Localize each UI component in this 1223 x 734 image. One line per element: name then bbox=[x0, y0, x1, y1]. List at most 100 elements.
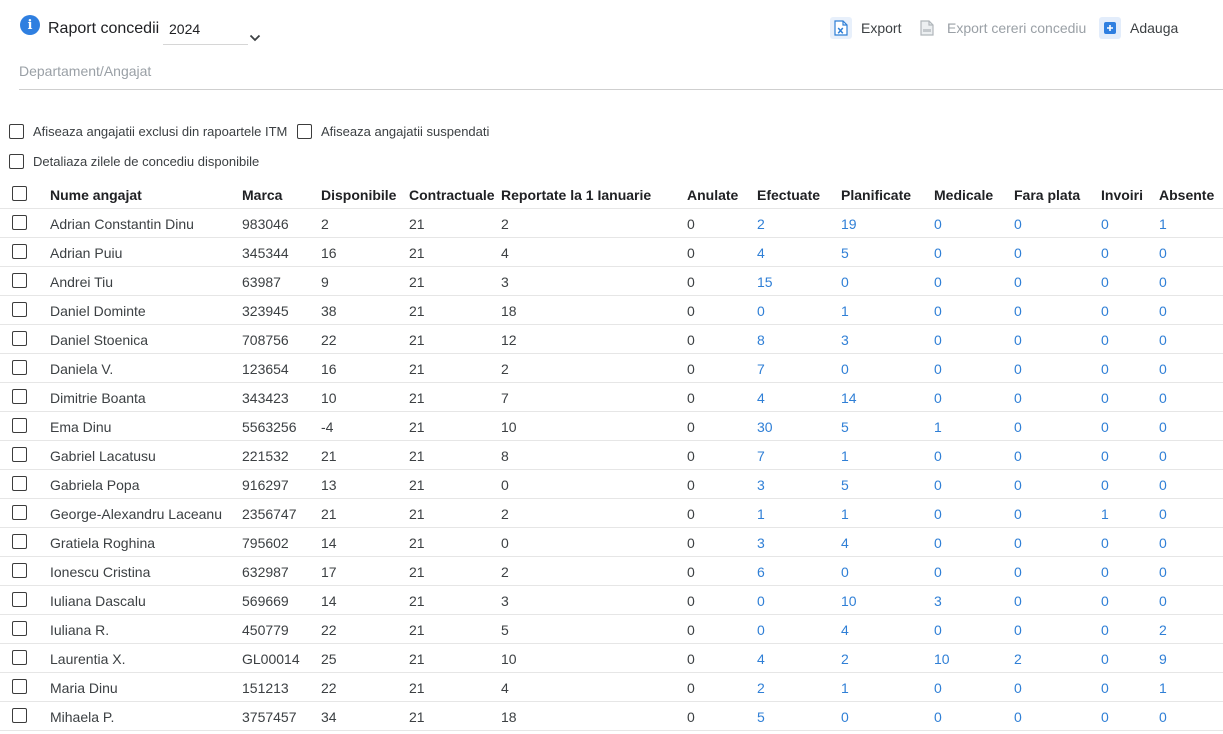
cell-absent[interactable]: 2 bbox=[1159, 622, 1167, 638]
cell-leave-passes[interactable]: 0 bbox=[1101, 593, 1109, 609]
cell-unpaid[interactable]: 0 bbox=[1014, 274, 1022, 290]
cell-planned[interactable]: 4 bbox=[841, 535, 849, 551]
cell-unpaid[interactable]: 2 bbox=[1014, 651, 1022, 667]
cell-taken[interactable]: 3 bbox=[757, 477, 765, 493]
cell-absent[interactable]: 1 bbox=[1159, 680, 1167, 696]
cell-taken[interactable]: 6 bbox=[757, 564, 765, 580]
cell-medical[interactable]: 10 bbox=[934, 651, 950, 667]
cell-leave-passes[interactable]: 1 bbox=[1101, 506, 1109, 522]
export-requests-button[interactable]: Export cereri concediu bbox=[916, 16, 1086, 40]
column-header-contractual[interactable]: Contractuale bbox=[409, 187, 495, 203]
cell-planned[interactable]: 5 bbox=[841, 245, 849, 261]
cell-absent[interactable]: 0 bbox=[1159, 419, 1167, 435]
cell-medical[interactable]: 0 bbox=[934, 622, 942, 638]
row-checkbox[interactable] bbox=[12, 476, 27, 491]
column-header-marca[interactable]: Marca bbox=[242, 187, 282, 203]
cell-taken[interactable]: 3 bbox=[757, 535, 765, 551]
cell-leave-passes[interactable]: 0 bbox=[1101, 419, 1109, 435]
column-header-unpaid[interactable]: Fara plata bbox=[1014, 187, 1080, 203]
table-row[interactable]: Daniel Dominte 323945 38 21 18 0 0 1 0 0 0 0 bbox=[0, 296, 1223, 325]
table-row[interactable]: George-Alexandru Laceanu 2356747 21 21 2 0 1 1 0… bbox=[0, 499, 1223, 528]
table-row[interactable]: Daniel Stoenica 708756 22 21 12 0 8 3 0 0 0 0 bbox=[0, 325, 1223, 354]
row-checkbox[interactable] bbox=[12, 331, 27, 346]
column-header-planned[interactable]: Planificate bbox=[841, 187, 911, 203]
cell-medical[interactable]: 0 bbox=[934, 680, 942, 696]
cell-leave-passes[interactable]: 0 bbox=[1101, 651, 1109, 667]
row-checkbox[interactable] bbox=[12, 389, 27, 404]
table-row[interactable]: Andrei Tiu 63987 9 21 3 0 15 0 0 0 0 0 bbox=[0, 267, 1223, 296]
cell-planned[interactable]: 0 bbox=[841, 564, 849, 580]
cell-unpaid[interactable]: 0 bbox=[1014, 680, 1022, 696]
cell-leave-passes[interactable]: 0 bbox=[1101, 564, 1109, 580]
cell-absent[interactable]: 0 bbox=[1159, 361, 1167, 377]
table-row[interactable]: Maria Dinu 151213 22 21 4 0 2 1 0 0 0 1 bbox=[0, 673, 1223, 702]
column-header-employee-name[interactable]: Nume angajat bbox=[50, 187, 142, 203]
cell-unpaid[interactable]: 0 bbox=[1014, 477, 1022, 493]
row-checkbox[interactable] bbox=[12, 215, 27, 230]
cell-leave-passes[interactable]: 0 bbox=[1101, 216, 1109, 232]
detail-days-checkbox[interactable] bbox=[9, 154, 24, 169]
column-header-leave-passes[interactable]: Invoiri bbox=[1101, 187, 1143, 203]
cell-leave-passes[interactable]: 0 bbox=[1101, 390, 1109, 406]
cell-medical[interactable]: 0 bbox=[934, 216, 942, 232]
table-row[interactable]: Iuliana R. 450779 22 21 5 0 0 4 0 0 0 2 bbox=[0, 615, 1223, 644]
table-row[interactable]: Adrian Constantin Dinu 983046 2 21 2 0 2 19 0 0 0 1 bbox=[0, 209, 1223, 238]
table-row[interactable]: Dimitrie Boanta 343423 10 21 7 0 4 14 0 0 0 0 bbox=[0, 383, 1223, 412]
cell-unpaid[interactable]: 0 bbox=[1014, 419, 1022, 435]
table-row[interactable]: Gabriel Lacatusu 221532 21 21 8 0 7 1 0 0 0 0 bbox=[0, 441, 1223, 470]
suspended-checkbox[interactable] bbox=[297, 124, 312, 139]
cell-planned[interactable]: 0 bbox=[841, 361, 849, 377]
cell-medical[interactable]: 0 bbox=[934, 448, 942, 464]
cell-planned[interactable]: 1 bbox=[841, 680, 849, 696]
cell-absent[interactable]: 0 bbox=[1159, 390, 1167, 406]
cell-leave-passes[interactable]: 0 bbox=[1101, 680, 1109, 696]
cell-absent[interactable]: 0 bbox=[1159, 535, 1167, 551]
row-checkbox[interactable] bbox=[12, 244, 27, 259]
cell-planned[interactable]: 4 bbox=[841, 622, 849, 638]
cell-leave-passes[interactable]: 0 bbox=[1101, 535, 1109, 551]
cell-unpaid[interactable]: 0 bbox=[1014, 361, 1022, 377]
cell-taken[interactable]: 2 bbox=[757, 216, 765, 232]
filter-excluded-itm[interactable]: Afiseaza angajatii exclusi din rapoartel… bbox=[9, 124, 287, 139]
row-checkbox[interactable] bbox=[12, 621, 27, 636]
cell-taken[interactable]: 30 bbox=[757, 419, 773, 435]
cell-absent[interactable]: 0 bbox=[1159, 709, 1167, 725]
column-header-medical[interactable]: Medicale bbox=[934, 187, 993, 203]
column-header-carried-over[interactable]: Reportate la 1 Ianuarie bbox=[501, 187, 651, 203]
cell-leave-passes[interactable]: 0 bbox=[1101, 303, 1109, 319]
cell-unpaid[interactable]: 0 bbox=[1014, 593, 1022, 609]
cell-leave-passes[interactable]: 0 bbox=[1101, 622, 1109, 638]
cell-taken[interactable]: 7 bbox=[757, 448, 765, 464]
row-checkbox[interactable] bbox=[12, 679, 27, 694]
cell-absent[interactable]: 1 bbox=[1159, 216, 1167, 232]
cell-taken[interactable]: 5 bbox=[757, 709, 765, 725]
cell-taken[interactable]: 4 bbox=[757, 390, 765, 406]
cell-taken[interactable]: 2 bbox=[757, 680, 765, 696]
cell-planned[interactable]: 3 bbox=[841, 332, 849, 348]
cell-leave-passes[interactable]: 0 bbox=[1101, 361, 1109, 377]
row-checkbox[interactable] bbox=[12, 708, 27, 723]
cell-medical[interactable]: 0 bbox=[934, 477, 942, 493]
cell-taken[interactable]: 0 bbox=[757, 622, 765, 638]
cell-unpaid[interactable]: 0 bbox=[1014, 390, 1022, 406]
cell-planned[interactable]: 0 bbox=[841, 709, 849, 725]
cell-absent[interactable]: 0 bbox=[1159, 303, 1167, 319]
cell-unpaid[interactable]: 0 bbox=[1014, 506, 1022, 522]
cell-medical[interactable]: 0 bbox=[934, 274, 942, 290]
table-row[interactable]: Ionescu Cristina 632987 17 21 2 0 6 0 0 0 0 0 bbox=[0, 557, 1223, 586]
cell-taken[interactable]: 15 bbox=[757, 274, 773, 290]
row-checkbox[interactable] bbox=[12, 273, 27, 288]
cell-leave-passes[interactable]: 0 bbox=[1101, 709, 1109, 725]
cell-absent[interactable]: 0 bbox=[1159, 564, 1167, 580]
row-checkbox[interactable] bbox=[12, 302, 27, 317]
cell-taken[interactable]: 8 bbox=[757, 332, 765, 348]
cell-taken[interactable]: 4 bbox=[757, 245, 765, 261]
cell-planned[interactable]: 1 bbox=[841, 448, 849, 464]
cell-medical[interactable]: 0 bbox=[934, 535, 942, 551]
cell-medical[interactable]: 0 bbox=[934, 564, 942, 580]
cell-unpaid[interactable]: 0 bbox=[1014, 622, 1022, 638]
row-checkbox[interactable] bbox=[12, 360, 27, 375]
cell-taken[interactable]: 0 bbox=[757, 303, 765, 319]
table-row[interactable]: Iuliana Dascalu 569669 14 21 3 0 0 10 3 0 0 0 bbox=[0, 586, 1223, 615]
cell-unpaid[interactable]: 0 bbox=[1014, 332, 1022, 348]
